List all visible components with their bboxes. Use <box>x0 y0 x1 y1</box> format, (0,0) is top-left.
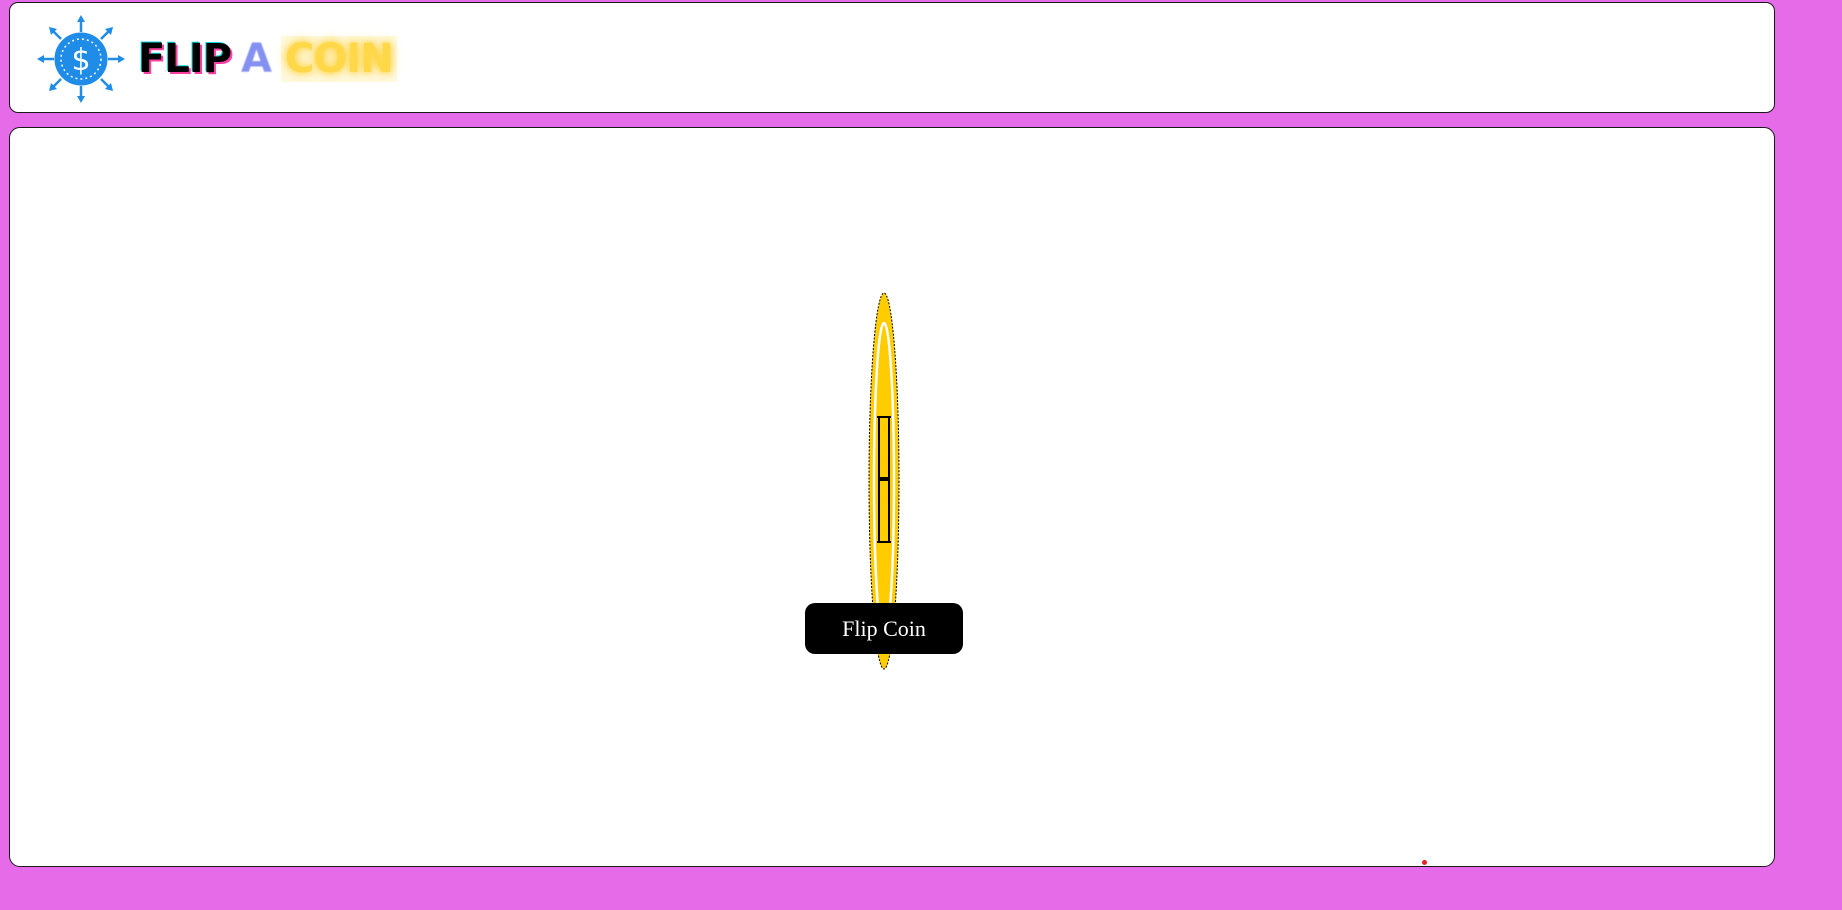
logo-word-flip: FLIP <box>138 36 232 82</box>
cursor-dot <box>1422 860 1427 865</box>
dollar-coin-arrows-icon: $ <box>37 15 125 103</box>
site-logo[interactable]: $ FLIP A COIN <box>36 14 397 104</box>
logo-word-coin: COIN <box>280 36 397 82</box>
flip-coin-button[interactable]: Flip Coin <box>805 603 963 654</box>
svg-text:$: $ <box>71 43 90 78</box>
header-bar: $ FLIP A COIN <box>9 2 1775 113</box>
logo-wordmark: FLIP A COIN <box>138 29 397 89</box>
logo-word-a: A <box>241 36 272 82</box>
